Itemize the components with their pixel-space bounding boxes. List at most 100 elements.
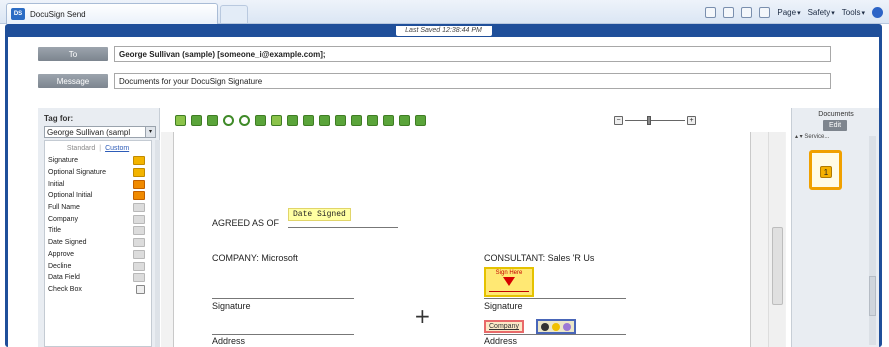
zoom-in-icon[interactable]: + (687, 115, 696, 125)
arrow-down-icon (503, 277, 515, 286)
to-button[interactable]: To (38, 47, 108, 61)
tag-item-approve[interactable]: Approve (45, 249, 151, 261)
zoom-out-icon[interactable]: − (614, 115, 623, 125)
chevron-down-icon[interactable]: ▾ (145, 127, 155, 137)
tag-settings-icon[interactable] (552, 322, 560, 331)
delete-tag-icon[interactable] (541, 322, 549, 331)
send-content: To George Sullivan (sample) [someone_i@e… (8, 37, 879, 347)
tag-list: Standard | Custom Signature Optional Sig… (44, 140, 152, 347)
message-button[interactable]: Message (38, 74, 108, 88)
documents-panel: Documents Edit ▴ ▾ Service... 1 (791, 108, 879, 347)
browser-command-bar: Page Safety Tools (705, 4, 883, 20)
title-tag-icon (133, 226, 145, 236)
zoom-knob[interactable] (647, 115, 651, 125)
edit-documents-button[interactable]: Edit (823, 120, 847, 131)
crosshair-cursor-icon: + (414, 304, 431, 328)
new-tab-button[interactable] (220, 5, 248, 23)
last-saved-status: Last Saved 12:38:44 PM (395, 26, 492, 36)
tab-custom[interactable]: Custom (105, 145, 129, 152)
align-top-icon[interactable] (383, 114, 394, 126)
tag-list-scrollbar[interactable] (155, 140, 160, 347)
tools-menu[interactable]: Tools (842, 8, 865, 17)
undo-icon[interactable] (223, 114, 234, 126)
documents-scrollbar[interactable] (869, 136, 876, 345)
date-signed-field[interactable]: Date Signed (288, 208, 351, 221)
document-scrollbar[interactable] (768, 132, 785, 347)
align-right-icon[interactable] (399, 114, 410, 126)
message-field[interactable]: Documents for your DocuSign Signature (114, 73, 831, 89)
to-field[interactable]: George Sullivan (sample) [someone_i@exam… (114, 46, 831, 62)
tag-item-data-field[interactable]: Data Field (45, 272, 151, 284)
company-tag-icon (133, 214, 145, 224)
signature-label-right: Signature (484, 301, 523, 311)
zoom-slider[interactable]: − + (614, 114, 696, 126)
to-row: To George Sullivan (sample) [someone_i@e… (38, 46, 831, 62)
address-label-right: Address (484, 336, 518, 346)
recipient-select-value: George Sullivan (sampl (47, 128, 131, 137)
clear-icon[interactable] (351, 114, 362, 126)
help-icon[interactable] (872, 6, 883, 18)
approve-tag-icon (133, 249, 145, 259)
tag-item-optional-signature[interactable]: Optional Signature (45, 167, 151, 179)
tag-item-optional-initial[interactable]: Optional Initial (45, 190, 151, 202)
full-name-tag-icon (133, 203, 145, 213)
redo-icon[interactable] (239, 114, 250, 126)
optional-initial-tag-icon (133, 191, 145, 201)
browser-tab[interactable]: DS DocuSign Send (6, 3, 218, 24)
document-page[interactable]: AGREED AS OF Date Signed COMPANY: Micros… (173, 132, 751, 347)
tag-item-title[interactable]: Title (45, 225, 151, 237)
home-icon[interactable] (705, 6, 717, 18)
copy-icon[interactable] (207, 114, 218, 126)
tag-item-check-box[interactable]: Check Box (45, 284, 151, 296)
document-canvas: AGREED AS OF Date Signed COMPANY: Micros… (161, 132, 786, 347)
settings-icon[interactable] (271, 114, 282, 126)
company-tag-field[interactable]: Company (484, 320, 524, 333)
safety-menu[interactable]: Safety (808, 8, 835, 17)
initial-tag-icon (133, 179, 145, 189)
print-icon[interactable] (759, 6, 771, 18)
tag-item-decline[interactable]: Decline (45, 260, 151, 272)
address-label-left: Address (212, 336, 246, 346)
mail-icon[interactable] (741, 6, 753, 18)
tag-item-company[interactable]: Company (45, 213, 151, 225)
save-icon[interactable] (191, 114, 202, 126)
documents-title: Documents (818, 111, 854, 118)
page-menu[interactable]: Page (777, 8, 800, 17)
decline-tag-icon (133, 261, 145, 271)
grid-select-icon[interactable] (303, 114, 314, 126)
date-signed-tag-icon (133, 238, 145, 248)
tab-standard[interactable]: Standard (67, 145, 95, 152)
tag-item-signature[interactable]: Signature (45, 155, 151, 167)
tag-item-initial[interactable]: Initial (45, 178, 151, 190)
check-box-tag-icon (136, 284, 145, 294)
recipient-select[interactable]: George Sullivan (sampl ▾ (44, 126, 156, 138)
tag-item-date-signed[interactable]: Date Signed (45, 237, 151, 249)
chart-icon[interactable] (415, 114, 426, 126)
docusign-frame: Last Saved 12:38:44 PM To George Sulliva… (5, 24, 882, 347)
page-thumbnail[interactable]: 1 (809, 150, 842, 190)
docusign-icon: DS (11, 8, 25, 20)
company-heading: COMPANY: Microsoft (212, 253, 298, 263)
edit-icon[interactable] (255, 114, 266, 126)
agreed-as-of-text: AGREED AS OF (212, 218, 280, 228)
new-tag-icon[interactable] (175, 114, 186, 126)
sign-here-tag[interactable]: Sign Here (484, 267, 534, 297)
data-field-tag-icon (133, 273, 145, 283)
folder-icon[interactable] (335, 114, 346, 126)
document-scroll-thumb[interactable] (772, 227, 783, 305)
editor-toolbar (163, 109, 791, 131)
tag-properties-icon[interactable] (563, 322, 571, 331)
message-row: Message Documents for your DocuSign Sign… (38, 73, 831, 89)
tag-item-full-name[interactable]: Full Name (45, 202, 151, 214)
feeds-icon[interactable] (723, 6, 735, 18)
document-tree-item[interactable]: ▴ ▾ Service... (795, 133, 877, 143)
sign-here-label: Sign Here (495, 270, 523, 276)
grid-icon[interactable] (287, 114, 298, 126)
signature-tag-icon (133, 156, 145, 166)
browser-tab-bar: DS DocuSign Send Page Safety Tools (0, 0, 889, 24)
view-icon[interactable] (319, 114, 330, 126)
signature-label-left: Signature (212, 301, 251, 311)
page-number-badge: 1 (820, 166, 832, 178)
align-left-icon[interactable] (367, 114, 378, 126)
consultant-heading: CONSULTANT: Sales 'R Us (484, 253, 595, 263)
